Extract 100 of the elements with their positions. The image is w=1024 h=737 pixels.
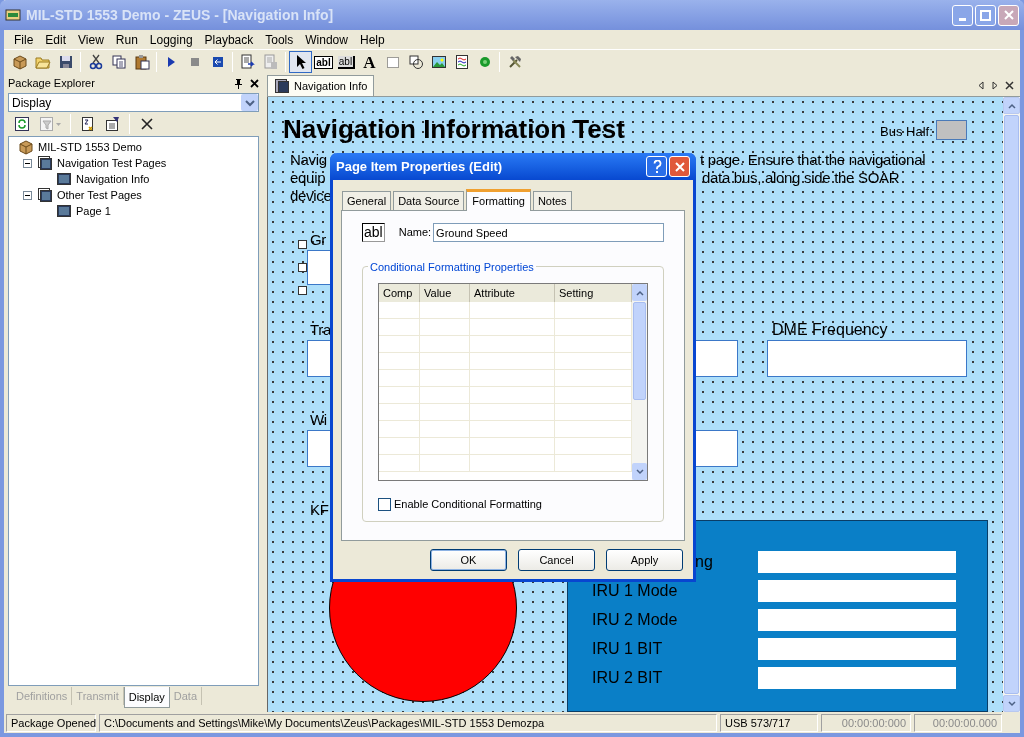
dialog-tab[interactable]: Data Source (393, 191, 465, 210)
tree-item[interactable]: Navigation Info (76, 170, 150, 188)
field-label: Gr (310, 231, 327, 249)
dialog-title: Page Item Properties (Edit) (336, 157, 503, 176)
selection-handle[interactable] (298, 263, 307, 272)
bus-half-indicator (936, 120, 967, 140)
field-label: Tra (310, 321, 332, 339)
close-button[interactable] (669, 156, 690, 177)
menu-item[interactable]: Playback (198, 30, 260, 49)
menu-item[interactable]: Edit (39, 30, 73, 49)
window-title: MIL-STD 1553 Demo - ZEUS - [Navigation Info] (26, 5, 334, 25)
column-header[interactable]: Attribute (470, 284, 555, 302)
image-tool-icon (430, 54, 447, 70)
export-icon (239, 54, 256, 70)
menu-item[interactable]: Run (109, 30, 144, 49)
package-icon (18, 139, 34, 155)
menu-item[interactable]: View (72, 30, 110, 49)
column-header[interactable]: Value (420, 284, 470, 302)
maximize-icon (980, 9, 991, 21)
status-field: 00:00:00:000 (821, 714, 911, 732)
scroll-up-icon (1006, 101, 1017, 110)
field-label: IRU 1 BIT (592, 640, 663, 658)
status-field: 00:00:00.000 (914, 714, 1002, 732)
page-icon (56, 203, 72, 219)
app-icon (5, 7, 21, 23)
rectangle-tool-icon (384, 54, 401, 70)
field-label: ng (695, 553, 713, 571)
name-label: Name: (398, 225, 432, 241)
scroll-left-icon (977, 81, 985, 90)
copy-icon (110, 54, 127, 70)
open-icon (34, 54, 51, 70)
help-button[interactable] (646, 156, 667, 177)
caret-icon (56, 122, 61, 126)
status-field: Package Opened (6, 714, 96, 732)
minimize-icon (959, 17, 966, 21)
description-text: device (290, 187, 332, 205)
dialog-tab[interactable]: Formatting (466, 189, 531, 211)
page-icon (56, 171, 72, 187)
dialog-tab[interactable]: Notes (532, 191, 572, 210)
text-field-icon: abl (362, 223, 385, 242)
menu-item[interactable]: Help (353, 30, 391, 49)
tree-item[interactable]: Page 1 (76, 202, 111, 220)
filter-dropdown[interactable]: Display (8, 93, 259, 112)
paste-icon (133, 54, 150, 70)
dialog-button[interactable]: OK (430, 549, 507, 571)
close-icon (674, 161, 685, 172)
collapse-toggle[interactable] (23, 190, 32, 200)
description-text: equip (290, 169, 326, 187)
selection-handle[interactable] (298, 240, 307, 249)
field-label: IRU 2 BIT (592, 669, 663, 687)
status-field: USB 573/717 (720, 714, 818, 732)
dialog-button[interactable]: Apply (606, 549, 683, 571)
refresh-icon (13, 116, 30, 132)
tree-item[interactable]: Other Test Pages (57, 186, 142, 204)
table-scrollbar[interactable] (632, 284, 647, 480)
name-field[interactable]: Ground Speed (433, 223, 664, 242)
save-icon (57, 54, 74, 70)
page-icon (274, 78, 290, 94)
vertical-scrollbar[interactable] (1003, 97, 1020, 712)
new-package-icon (11, 54, 28, 70)
document-tab[interactable]: Navigation Info (267, 75, 375, 96)
close-icon (1005, 81, 1014, 90)
description-text: Navig (290, 151, 327, 169)
close-icon (1003, 10, 1014, 20)
status-field: C:\Documents and Settings\Mike\My Documents\Zeus\Packages\MIL-STD 1553 Demozpa (99, 714, 717, 732)
dialog-button[interactable]: Cancel (518, 549, 595, 571)
field-label: IRU 2 Mode (592, 611, 678, 629)
selection-handle[interactable] (298, 286, 307, 295)
text-tool-button[interactable]: A (358, 51, 381, 73)
dialog-tab[interactable]: General (342, 191, 392, 210)
pointer-tool-button[interactable] (289, 51, 312, 73)
pin-icon (233, 77, 244, 89)
description-text: data bus, along side the SOAR (702, 169, 900, 187)
checkbox[interactable] (378, 497, 391, 511)
collapse-toggle[interactable] (23, 158, 32, 168)
page-title: Navigation Information Test (283, 113, 625, 146)
bus-half-label: Bus Half: (880, 123, 933, 141)
tree-item[interactable]: Navigation Test Pages (57, 154, 167, 172)
tree-item[interactable]: MIL-STD 1553 Demo (38, 138, 142, 156)
menu-item[interactable]: Window (299, 30, 354, 49)
export-disabled-icon (262, 54, 279, 70)
cut-icon (87, 54, 104, 70)
panel-title: Package Explorer (8, 75, 95, 91)
field-label: DME Frequency (772, 321, 888, 339)
menu-item[interactable]: Logging (143, 30, 199, 49)
menu-item[interactable]: Tools (259, 30, 300, 49)
panel-tab[interactable]: Display (123, 687, 170, 708)
scroll-down-icon (1006, 699, 1017, 708)
play-icon (168, 57, 175, 67)
column-header[interactable]: Comp (379, 284, 420, 302)
menu-item[interactable]: File (8, 30, 40, 49)
column-header[interactable]: Setting (555, 284, 632, 302)
page-group-icon (37, 155, 53, 171)
delete-icon (138, 116, 155, 132)
filter-icon (39, 116, 55, 132)
description-text: t page. Ensure that the navigational (700, 151, 926, 169)
field-label: KF (310, 501, 329, 519)
scroll-right-icon (991, 81, 999, 90)
chart-tool-icon (453, 54, 470, 70)
shapes-tool-icon (407, 54, 424, 70)
